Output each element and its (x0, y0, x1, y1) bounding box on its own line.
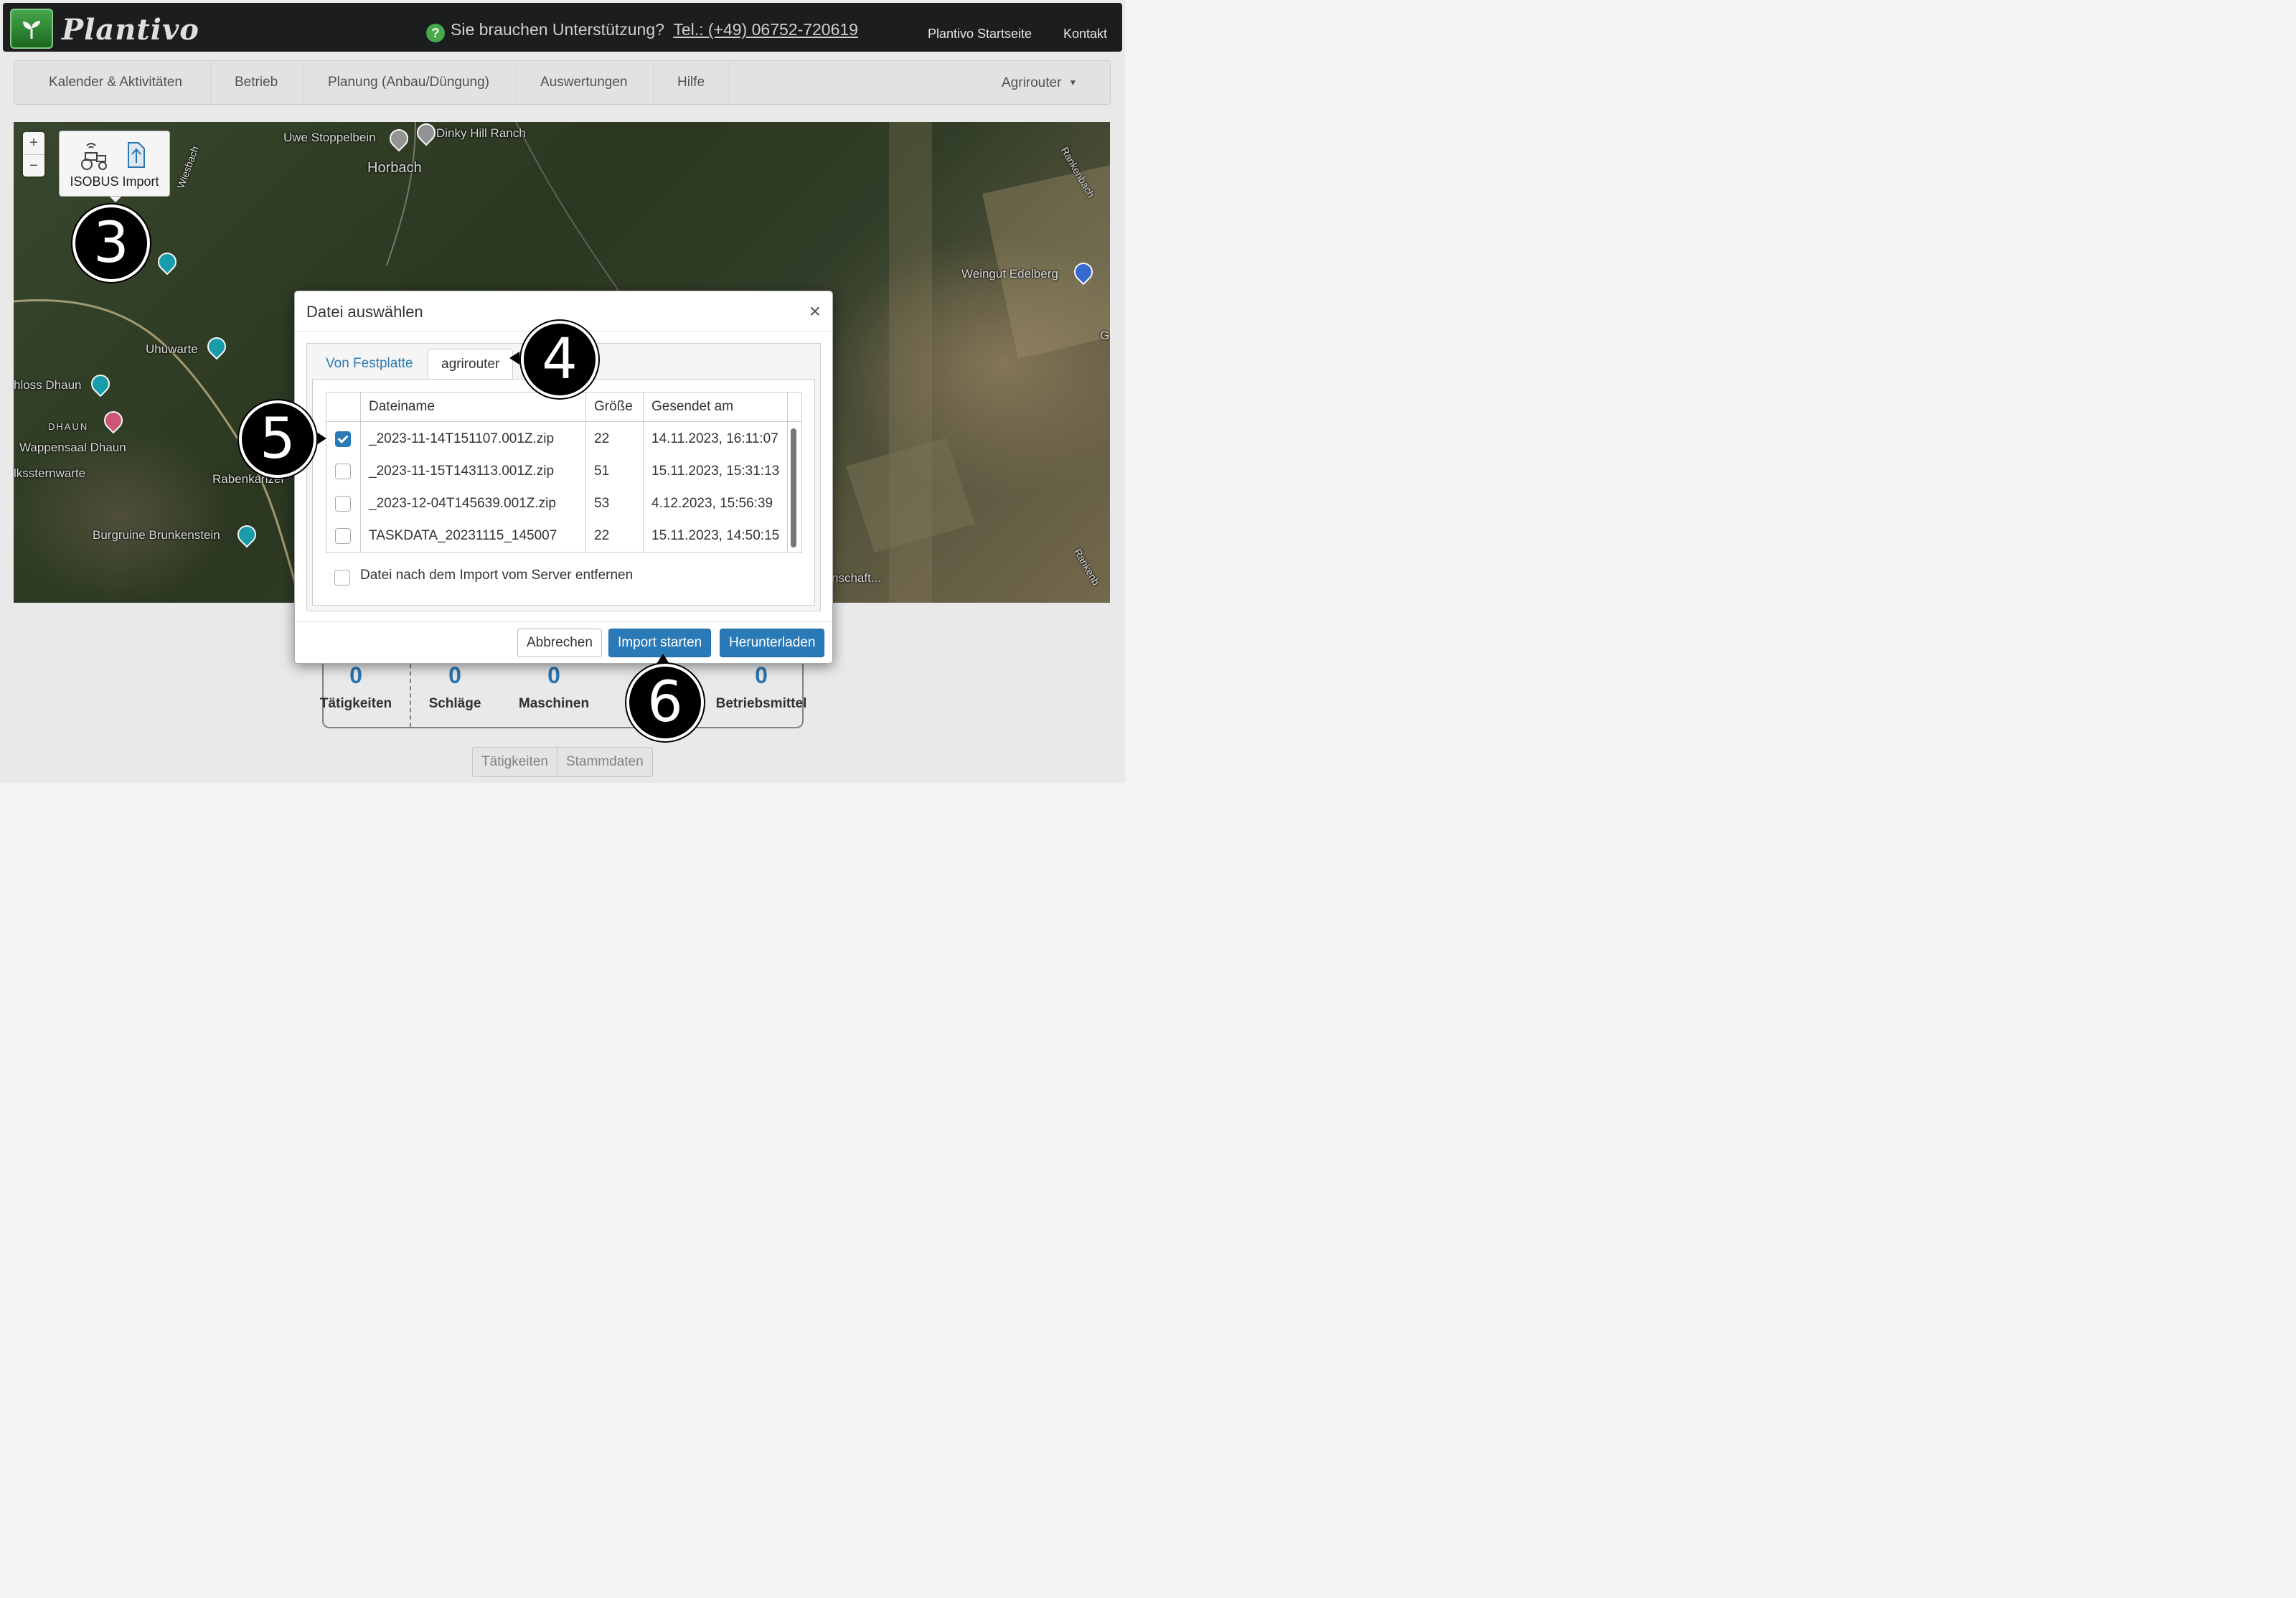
table-row[interactable]: TASKDATA_20231115_145007 22 15.11.2023, … (326, 520, 787, 552)
column-header-gesendet[interactable]: Gesendet am (651, 393, 733, 421)
callout-pointer-icon (316, 432, 326, 445)
divider (787, 393, 788, 552)
dialog-title: Datei auswählen (306, 303, 423, 321)
remove-after-import-checkbox[interactable] (334, 570, 350, 586)
file-sent-date: 14.11.2023, 16:11:07 (651, 431, 778, 446)
remove-after-import-label: Datei nach dem Import vom Server entfern… (360, 568, 634, 583)
file-size: 53 (594, 496, 610, 511)
callout-marker: 5 (239, 400, 316, 478)
row-checkbox[interactable] (335, 496, 351, 512)
file-sent-date: 15.11.2023, 15:31:13 (651, 464, 780, 479)
column-header-dateiname[interactable]: Dateiname (369, 393, 435, 421)
file-sent-date: 15.11.2023, 14:50:15 (651, 528, 780, 543)
tab-agrirouter[interactable]: agrirouter (428, 349, 514, 380)
callout-marker: 4 (521, 321, 598, 398)
callout-pointer-icon (657, 654, 669, 664)
divider (295, 621, 832, 622)
callout-pointer-icon (509, 352, 519, 365)
table-row[interactable]: _2023-11-14T151107.001Z.zip 22 14.11.202… (326, 423, 787, 455)
file-size: 51 (594, 464, 610, 479)
tab-content: Dateiname Größe Gesendet am _2023-11-14T… (312, 379, 815, 606)
file-size: 22 (594, 431, 610, 446)
callout-marker: 6 (626, 664, 704, 741)
file-name: _2023-12-04T145639.001Z.zip (369, 496, 556, 511)
file-table: Dateiname Größe Gesendet am _2023-11-14T… (326, 392, 802, 553)
file-name: _2023-11-14T151107.001Z.zip (369, 431, 555, 446)
cancel-button[interactable]: Abbrechen (517, 629, 602, 657)
table-scrollbar[interactable] (791, 428, 796, 547)
row-checkbox[interactable] (335, 528, 351, 544)
row-checkbox[interactable] (335, 431, 351, 447)
file-sent-date: 4.12.2023, 15:56:39 (651, 496, 773, 511)
remove-after-import-option[interactable]: Datei nach dem Import vom Server entfern… (334, 568, 634, 586)
import-start-button[interactable]: Import starten (608, 629, 712, 657)
table-row[interactable]: _2023-12-04T145639.001Z.zip 53 4.12.2023… (326, 487, 787, 520)
file-name: _2023-11-15T143113.001Z.zip (369, 464, 555, 479)
table-row[interactable]: _2023-11-15T143113.001Z.zip 51 15.11.202… (326, 455, 787, 487)
column-header-groesse[interactable]: Größe (594, 393, 633, 421)
close-icon[interactable]: × (809, 300, 821, 323)
tab-von-festplatte[interactable]: Von Festplatte (313, 349, 425, 379)
file-size: 22 (594, 528, 610, 543)
download-button[interactable]: Herunterladen (720, 629, 825, 657)
divider (326, 421, 801, 422)
row-checkbox[interactable] (335, 464, 351, 479)
callout-marker: 3 (72, 205, 150, 282)
file-name: TASKDATA_20231115_145007 (369, 528, 557, 543)
